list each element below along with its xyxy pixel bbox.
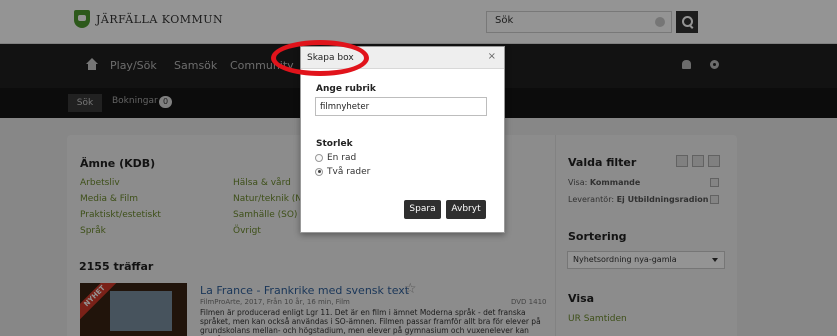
radio-checked-icon[interactable]	[315, 167, 323, 176]
size-option-one-row[interactable]: En rad	[315, 153, 356, 163]
cancel-button[interactable]: Avbryt	[446, 200, 486, 219]
size-option-one-row-label: En rad	[327, 153, 357, 163]
size-option-two-rows[interactable]: Två rader	[315, 167, 370, 177]
save-button[interactable]: Spara	[404, 200, 441, 219]
size-label: Storlek	[316, 139, 353, 149]
heading-input[interactable]	[315, 97, 487, 116]
radio-unchecked-icon[interactable]	[315, 153, 323, 162]
size-option-two-rows-label: Två rader	[327, 167, 371, 177]
highlight-annotation-ring	[271, 40, 369, 76]
close-icon[interactable]: ×	[488, 51, 496, 62]
heading-field-label: Ange rubrik	[316, 84, 376, 94]
